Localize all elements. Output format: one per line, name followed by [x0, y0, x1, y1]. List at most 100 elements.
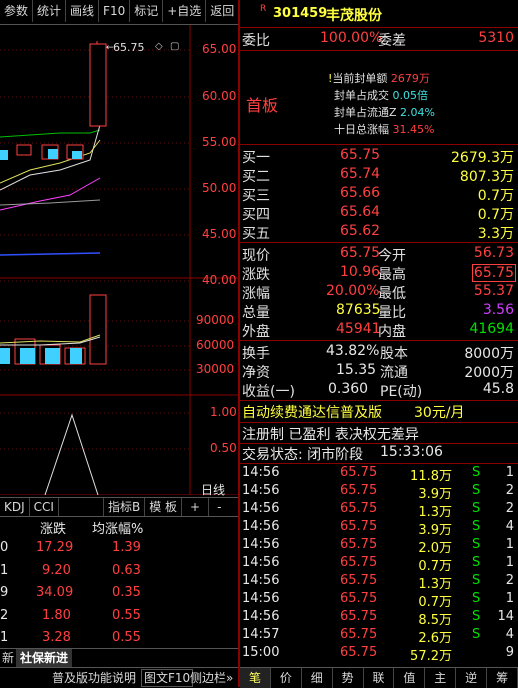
- tick-time: 14:56: [242, 501, 280, 516]
- table-cell[interactable]: 34.09: [36, 585, 73, 600]
- trade-status-time: 15:33:06: [380, 444, 443, 460]
- tick-row: 14:56 65.75 1.3万 S 2: [240, 573, 518, 592]
- tab-kdj[interactable]: KDJ: [0, 498, 30, 516]
- registry-text: 注册制 已盈利 表决权无差异: [242, 427, 419, 443]
- fund-label: 流通: [380, 365, 408, 381]
- table-cell[interactable]: 0.63: [112, 563, 141, 578]
- volume-axis-label: 60000: [196, 338, 235, 352]
- toolbar-stats-button[interactable]: 统计: [33, 0, 67, 22]
- stat-value: 31.45%: [392, 123, 435, 136]
- tick-time: 14:56: [242, 609, 280, 624]
- tab-linked[interactable]: 联: [364, 668, 395, 688]
- tab-trades[interactable]: 笔: [240, 668, 271, 688]
- tick-time: 14:56: [242, 483, 280, 498]
- table-cell[interactable]: 3.28: [42, 630, 71, 645]
- stat-label: 封单占成交: [334, 89, 389, 102]
- bid-row[interactable]: 买二 65.74 807.3万: [240, 166, 518, 185]
- tab-trend[interactable]: 势: [333, 668, 364, 688]
- table-row-index: 1: [0, 630, 9, 645]
- footer-sidebar-toggle[interactable]: 侧边栏»: [190, 668, 233, 688]
- bid-row[interactable]: 买三 65.66 0.7万: [240, 185, 518, 204]
- toolbar-mark-button[interactable]: 标记: [130, 0, 164, 22]
- bid-row[interactable]: 买四 65.64 0.7万: [240, 204, 518, 223]
- news-tab-social-security[interactable]: 社保新进: [16, 649, 73, 667]
- quote-value: 10.96: [340, 264, 381, 280]
- bid-label: 买三: [242, 188, 270, 204]
- tick-row: 14:56 65.75 2.0万 S 1: [240, 537, 518, 556]
- tick-count: 9: [505, 645, 514, 660]
- bid-row[interactable]: 买一 65.75 2679.3万: [240, 147, 518, 166]
- tick-count: 4: [505, 519, 514, 534]
- tab-indicator-b[interactable]: 指标B: [102, 498, 146, 516]
- tick-price: 65.75: [340, 573, 378, 588]
- tab-value[interactable]: 值: [394, 668, 426, 688]
- bid-price: 65.62: [340, 223, 381, 239]
- tick-time: 14:56: [242, 555, 280, 570]
- tab-main[interactable]: 主: [425, 668, 457, 688]
- tab-price[interactable]: 价: [271, 668, 302, 688]
- indicator-axis-label: 0.50: [210, 441, 237, 455]
- footer-f10-button[interactable]: 图文F10: [141, 669, 194, 687]
- bid-price: 65.75: [340, 147, 381, 163]
- ad-banner[interactable]: 自动续费通达信普及版 30元/月: [240, 402, 518, 422]
- tab-cci[interactable]: CCI: [30, 498, 59, 516]
- high-price-label: 65.75: [113, 41, 145, 54]
- tick-volume: 0.7万: [418, 559, 452, 574]
- remove-indicator-button[interactable]: -: [209, 498, 229, 516]
- table-cell[interactable]: 9.20: [42, 563, 71, 578]
- tick-count: 14: [497, 609, 514, 624]
- bid-volume: 807.3万: [459, 169, 514, 185]
- weicha-label: 委差: [378, 33, 406, 49]
- tick-row: 14:56 65.75 8.5万 S 14: [240, 609, 518, 628]
- toolbar-f10-button[interactable]: F10: [99, 0, 131, 22]
- quote-row: 涨幅 20.00% 最低 55.37: [240, 283, 518, 302]
- table-cell[interactable]: 0.55: [112, 608, 141, 623]
- limit-up-stats: !当前封单额 2679万 封单占成交 0.05倍 封单占流通Z 2.04% 十日…: [328, 70, 435, 138]
- stat-label: 当前封单额: [332, 72, 388, 85]
- fund-label: 净资: [242, 365, 270, 381]
- quote-panel: R 301459 丰茂股份 委比 100.00% 委差 5310 首板 !当前封…: [240, 0, 518, 687]
- weibi-row: 委比 100.00% 委差 5310: [240, 30, 518, 50]
- tick-direction: S: [472, 465, 481, 480]
- tab-template[interactable]: 模 板: [145, 498, 183, 516]
- tick-list[interactable]: 14:56 65.75 11.8万 S 1 14:56 65.75 3.9万 S 2 14:56 65…: [240, 465, 518, 664]
- expand-icon[interactable]: ▢: [170, 41, 179, 52]
- tab-reverse[interactable]: 逆: [456, 668, 488, 688]
- fund-label: 股本: [380, 346, 408, 362]
- quote-label: 最低: [378, 286, 406, 302]
- table-row-index: 1: [0, 563, 9, 578]
- table-cell[interactable]: 1.80: [42, 608, 71, 623]
- volume-bar: [20, 348, 35, 364]
- tick-time: 14:56: [242, 465, 280, 480]
- tick-volume: 11.8万: [410, 469, 452, 484]
- table-cell[interactable]: 0.35: [112, 585, 141, 600]
- price-axis-label: 45.00: [202, 227, 237, 241]
- toolbar-add-watchlist-button[interactable]: +自选: [163, 0, 207, 22]
- toolbar-draw-button[interactable]: 画线: [66, 0, 100, 22]
- tick-direction: S: [472, 501, 481, 516]
- add-indicator-button[interactable]: +: [182, 498, 210, 516]
- toolbar-back-button[interactable]: 返回: [206, 0, 240, 22]
- period-label[interactable]: 日线: [201, 481, 225, 498]
- tick-direction: S: [472, 573, 481, 588]
- tick-count: 1: [505, 465, 514, 480]
- tick-row: 14:57 65.75 2.6万 S 4: [240, 627, 518, 646]
- footer-help-link[interactable]: 普及版功能说明: [52, 668, 136, 688]
- volume-bar: [70, 348, 82, 364]
- fund-value: 15.35: [336, 362, 377, 378]
- table-cell[interactable]: 17.29: [36, 540, 73, 555]
- tick-volume: 0.7万: [418, 595, 452, 610]
- table-cell[interactable]: 0.55: [112, 630, 141, 645]
- tab-chips[interactable]: 筹: [487, 668, 518, 688]
- table-row-index: 0: [0, 540, 9, 555]
- bid-row[interactable]: 买五 65.62 3.3万: [240, 223, 518, 242]
- stat-label: 封单占流通Z: [334, 106, 397, 119]
- ma-green-line: [0, 129, 101, 138]
- tab-detail[interactable]: 细: [302, 668, 333, 688]
- collapse-icon[interactable]: ◇: [155, 41, 163, 52]
- tick-row: 14:56 65.75 1.3万 S 2: [240, 501, 518, 520]
- weicha-value: 5310: [478, 30, 514, 46]
- table-cell[interactable]: 1.39: [112, 540, 141, 555]
- kline-chart[interactable]: 65.75 ← ◇ ▢ 65.00 60.00 55.00 50.00 45.0…: [0, 25, 238, 498]
- toolbar-params-button[interactable]: 参数: [0, 0, 34, 22]
